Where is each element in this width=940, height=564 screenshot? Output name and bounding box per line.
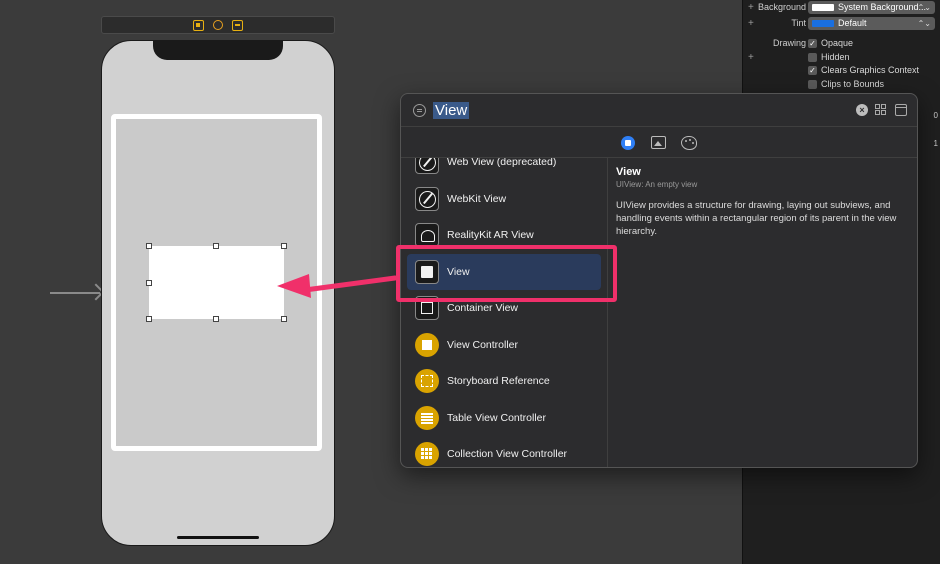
home-indicator — [177, 536, 259, 539]
stepper-value[interactable]: 0 — [924, 111, 938, 123]
media-tab-icon[interactable] — [651, 136, 666, 149]
clips-to-bounds-label: Clips to Bounds — [821, 79, 885, 89]
drawing-label: Drawing — [772, 38, 806, 48]
library-item-label: Table View Controller — [447, 412, 547, 424]
exit-icon[interactable] — [232, 19, 243, 31]
background-popup[interactable]: System Background... ⌃⌄ — [808, 0, 935, 14]
scene-dock — [101, 16, 335, 34]
library-item-web-view[interactable]: Web View (deprecated) — [407, 158, 601, 180]
filter-icon[interactable] — [413, 104, 426, 117]
clears-graphics-checkbox[interactable]: ✓ Clears Graphics Context — [808, 65, 919, 75]
resize-handle-ml[interactable] — [146, 280, 152, 286]
highlight-annotation — [396, 245, 617, 302]
tint-label: Tint — [791, 18, 806, 28]
library-item-storyboard-reference[interactable]: Storyboard Reference — [407, 363, 601, 399]
checkbox-checked-icon[interactable]: ✓ — [808, 65, 817, 75]
clips-to-bounds-checkbox[interactable]: Clips to Bounds — [808, 79, 884, 89]
library-detail-pane: View UIView: An empty view UIView provid… — [616, 166, 911, 238]
resize-handle-tm[interactable] — [213, 243, 219, 249]
hidden-label: Hidden — [821, 52, 850, 62]
grid-view-icon[interactable] — [875, 104, 887, 116]
clips-row: Clips to Bounds — [743, 77, 940, 91]
opaque-checkbox[interactable]: ✓ Opaque — [808, 38, 853, 48]
popup-chevron-icon: ⌃⌄ — [917, 2, 931, 12]
detail-subtitle: UIView: An empty view — [616, 180, 698, 189]
view-controller-icon[interactable] — [193, 19, 204, 31]
checkbox-checked-icon[interactable]: ✓ — [808, 38, 817, 48]
library-item-label: Storyboard Reference — [447, 375, 550, 387]
checkbox-unchecked-icon[interactable] — [808, 79, 817, 89]
drawing-row: Drawing ✓ Opaque — [743, 36, 940, 50]
hidden-row: + Hidden — [743, 50, 940, 64]
library-item-collection-view-controller[interactable]: Collection View Controller — [407, 436, 601, 467]
stepper-value[interactable]: 1 — [924, 139, 938, 151]
library-item-label: WebKit View — [447, 193, 507, 205]
library-search-bar: View × — [401, 94, 917, 127]
add-variation-icon[interactable]: + — [748, 2, 754, 13]
table-view-controller-icon — [415, 406, 439, 430]
objects-tab-icon[interactable] — [621, 136, 635, 150]
storyboard-reference-icon — [415, 369, 439, 393]
detail-panel-icon[interactable] — [895, 104, 907, 116]
hidden-checkbox[interactable]: Hidden — [808, 52, 850, 62]
ar-icon — [415, 223, 439, 247]
view-controller-icon — [415, 333, 439, 357]
tint-row: + Tint Default ⌃⌄ — [743, 16, 940, 30]
add-variation-icon[interactable]: + — [748, 52, 754, 63]
library-item-view-controller[interactable]: View Controller — [407, 327, 601, 363]
resize-handle-bm[interactable] — [213, 316, 219, 322]
clears-row: ✓ Clears Graphics Context — [743, 63, 940, 77]
drag-arrow-annotation — [277, 274, 398, 298]
compass-icon — [415, 158, 439, 174]
detail-description: UIView provides a structure for drawing,… — [616, 200, 897, 237]
tint-popup[interactable]: Default ⌃⌄ — [808, 16, 935, 30]
compass-icon — [415, 187, 439, 211]
initial-view-controller-arrow[interactable] — [50, 292, 100, 294]
clears-graphics-label: Clears Graphics Context — [821, 65, 920, 75]
library-item-label: Container View — [447, 302, 519, 314]
colors-tab-icon[interactable] — [681, 136, 697, 150]
opaque-label: Opaque — [821, 38, 854, 48]
popup-chevron-icon: ⌃⌄ — [917, 18, 931, 28]
clear-search-icon[interactable]: × — [856, 104, 868, 116]
tint-value: Default — [838, 18, 867, 28]
resize-handle-bl[interactable] — [146, 316, 152, 322]
background-swatch — [812, 3, 834, 11]
collection-view-controller-icon — [415, 442, 439, 466]
resize-handle-tl[interactable] — [146, 243, 152, 249]
add-variation-icon[interactable]: + — [748, 18, 754, 29]
selected-view[interactable] — [149, 246, 284, 319]
library-item-list[interactable]: Web View (deprecated) WebKit View Realit… — [401, 158, 608, 467]
library-item-table-view-controller[interactable]: Table View Controller — [407, 400, 601, 436]
first-responder-icon[interactable] — [213, 20, 223, 30]
background-label: Background — [757, 2, 806, 12]
library-item-label: View Controller — [447, 339, 519, 351]
tint-swatch — [812, 19, 834, 27]
library-item-label: Collection View Controller — [447, 448, 568, 460]
checkbox-unchecked-icon[interactable] — [808, 52, 817, 62]
detail-title: View — [616, 166, 641, 178]
background-row: + Background System Background... ⌃⌄ — [743, 0, 940, 14]
library-item-label: RealityKit AR View — [447, 229, 534, 241]
library-tabs — [401, 128, 917, 158]
library-item-label: Web View (deprecated) — [447, 158, 557, 168]
resize-handle-br[interactable] — [281, 316, 287, 322]
resize-handle-tr[interactable] — [281, 243, 287, 249]
background-value: System Background... — [838, 2, 927, 12]
device-notch — [153, 41, 283, 60]
library-search-input[interactable]: View — [433, 102, 470, 119]
library-item-webkit-view[interactable]: WebKit View — [407, 181, 601, 217]
